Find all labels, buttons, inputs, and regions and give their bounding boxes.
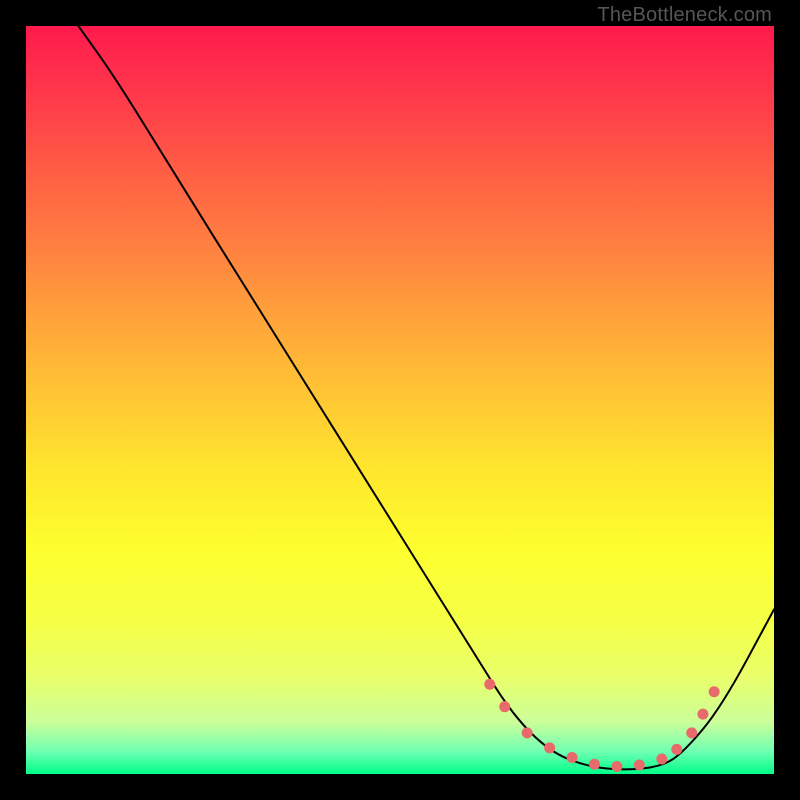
optimal-dot [686, 727, 697, 738]
optimal-range-dots [484, 679, 719, 772]
optimal-dot [697, 709, 708, 720]
optimal-dot [671, 744, 682, 755]
chart-stage: TheBottleneck.com [0, 0, 800, 800]
optimal-dot [656, 754, 667, 765]
attribution-text: TheBottleneck.com [597, 4, 772, 27]
optimal-dot [544, 742, 555, 753]
optimal-dot [522, 727, 533, 738]
optimal-dot [589, 759, 600, 770]
optimal-dot [709, 686, 720, 697]
bottleneck-curve [78, 26, 774, 769]
optimal-dot [611, 761, 622, 772]
plot-area [26, 26, 774, 774]
curve-layer [26, 26, 774, 774]
optimal-dot [499, 701, 510, 712]
optimal-dot [567, 752, 578, 763]
optimal-dot [634, 760, 645, 771]
optimal-dot [484, 679, 495, 690]
